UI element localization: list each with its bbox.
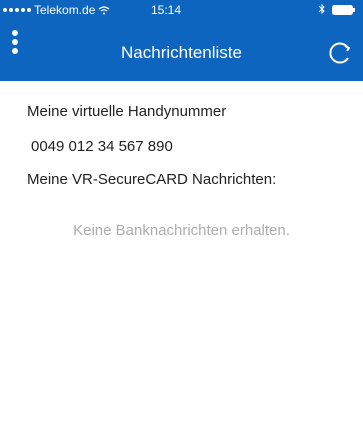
virtual-number-value: 0049 012 34 567 890 bbox=[31, 138, 173, 155]
empty-message: Keine Banknachrichten erhalten. bbox=[73, 222, 290, 239]
virtual-number-label: Meine virtuelle Handynummer bbox=[27, 103, 227, 120]
status-time: 15:14 bbox=[151, 3, 182, 17]
messages-label: Meine VR-SecureCARD Nachrichten: bbox=[27, 171, 277, 188]
page-title: Nachrichtenliste bbox=[121, 43, 242, 62]
carrier-info: Telekom.de bbox=[3, 3, 110, 17]
refresh-icon[interactable] bbox=[326, 40, 352, 66]
title-bar: Nachrichtenliste bbox=[0, 20, 363, 81]
bluetooth-icon bbox=[318, 3, 325, 15]
battery-icon bbox=[332, 5, 355, 15]
carrier-name: Telekom.de bbox=[34, 3, 96, 17]
menu-button[interactable] bbox=[2, 28, 30, 62]
app-header: Telekom.de 15:14 Nachrichtenliste bbox=[0, 0, 363, 81]
signal-dots-icon bbox=[3, 8, 31, 12]
status-bar: Telekom.de 15:14 bbox=[0, 0, 363, 20]
wifi-icon bbox=[98, 5, 110, 14]
